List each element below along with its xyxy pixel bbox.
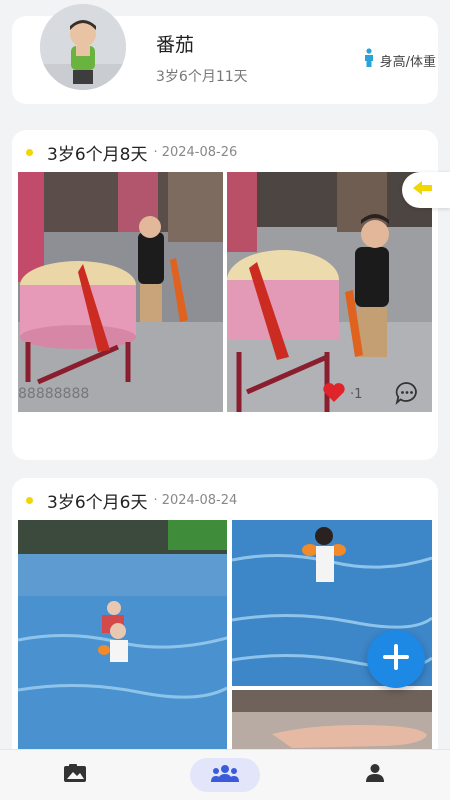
heart-icon [322, 382, 346, 407]
plus-icon [381, 642, 411, 676]
height-weight-label: 身高/体重 [379, 54, 436, 70]
arrow-left-icon [412, 179, 434, 201]
post-caption: 88888888 [18, 386, 90, 402]
child-age: 3岁6个月11天 [156, 69, 248, 85]
timeline-dot [26, 496, 33, 504]
post-card: 3岁6个月6天 · 2024-08-24 [12, 478, 438, 778]
post-header: 3岁6个月8天 · 2024-08-26 [26, 140, 238, 165]
avatar[interactable] [40, 4, 126, 90]
post-photo[interactable] [18, 172, 223, 412]
height-weight-button[interactable]: 身高/体重 [362, 48, 438, 72]
post-header: 3岁6个月6天 · 2024-08-24 [26, 488, 238, 513]
bottom-nav [0, 749, 450, 800]
post-photo[interactable] [232, 690, 432, 750]
add-post-button[interactable] [367, 630, 425, 688]
profile-icon [365, 763, 385, 787]
like-button[interactable]: ·1 [322, 382, 362, 407]
like-count: ·1 [350, 387, 363, 402]
post-age: 3岁6个月6天 [47, 492, 148, 513]
post-date: · 2024-08-26 [153, 144, 238, 160]
post-age: 3岁6个月8天 [47, 144, 148, 165]
nav-tab-album[interactable] [40, 758, 110, 792]
comment-icon [394, 382, 420, 410]
post-photo[interactable] [227, 172, 432, 412]
child-name: 番茄 [156, 34, 195, 56]
photo-album-icon [63, 763, 87, 787]
post-date: · 2024-08-24 [153, 492, 238, 508]
timeline-dot [26, 148, 33, 156]
post-card: 3岁6个月8天 · 2024-08-26 88888888 ·1 [12, 130, 438, 460]
nav-tab-family[interactable] [190, 758, 260, 792]
family-icon [210, 763, 240, 787]
post-photo[interactable] [18, 520, 227, 750]
profile-card: 番茄 3岁6个月11天 身高/体重 [12, 4, 438, 104]
person-icon [362, 48, 376, 72]
side-expand-tab[interactable] [402, 172, 450, 208]
nav-tab-profile[interactable] [340, 758, 410, 792]
comment-button[interactable] [394, 380, 420, 406]
